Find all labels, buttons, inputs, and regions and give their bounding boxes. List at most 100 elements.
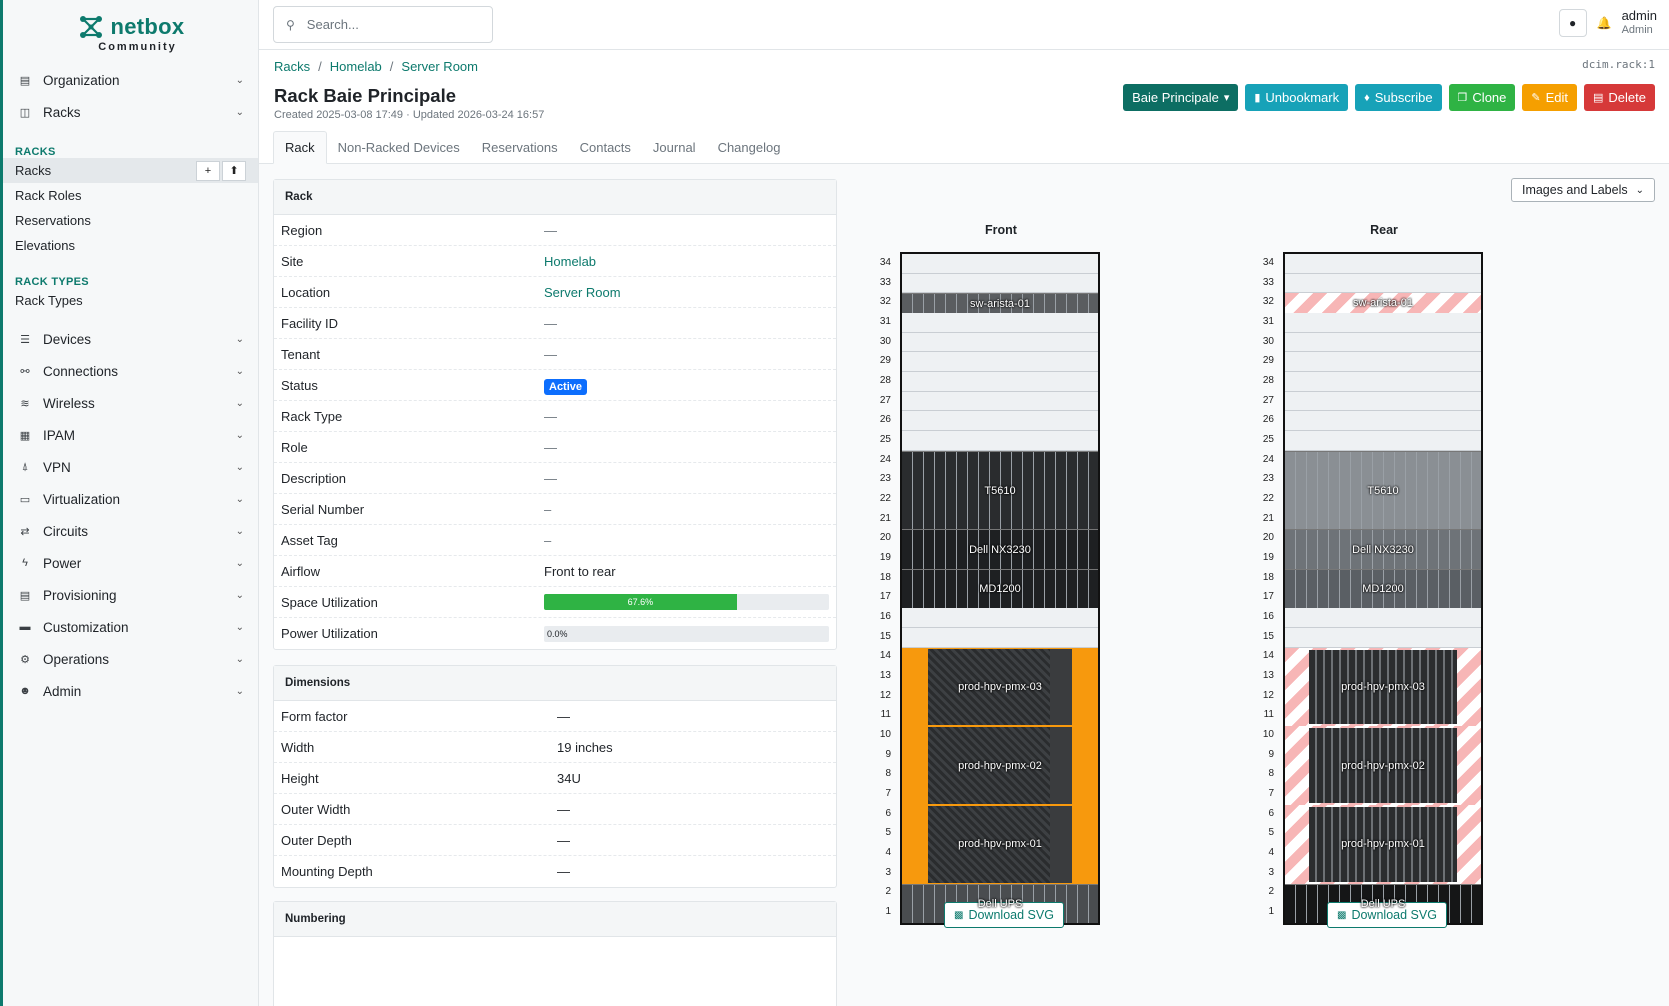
rack-unit-slot[interactable]	[1285, 313, 1481, 333]
rack-device-prod-hpv-pmx-03[interactable]: prod-hpv-pmx-03	[1285, 647, 1481, 727]
rack-unit-slot[interactable]	[902, 411, 1098, 432]
logo-text: netbox	[110, 14, 185, 39]
rack-device-prod-hpv-pmx-02[interactable]: prod-hpv-pmx-02	[902, 726, 1098, 805]
rack-unit-number: 1	[885, 906, 891, 918]
dimensions-card-title: Dimensions	[274, 666, 836, 701]
rack-unit-slot[interactable]	[902, 372, 1098, 392]
rack-device-prod-hpv-pmx-01[interactable]: prod-hpv-pmx-01	[1285, 804, 1481, 884]
rack-device-dell-nx3230[interactable]: Dell NX3230	[902, 529, 1098, 569]
rack-unit-slot[interactable]	[902, 608, 1098, 628]
nav-ipam[interactable]: ▦ IPAM ⌄	[3, 419, 258, 451]
rack-device-sw-arista-01[interactable]: sw-arista-01	[1285, 293, 1481, 314]
rear-rack-elevation[interactable]: sw-arista-01 T5610 Dell NX3230 MD1200 prod-h…	[1283, 252, 1483, 925]
attr-row-description: Description —	[274, 463, 836, 494]
clone-icon: ❐	[1457, 92, 1468, 104]
delete-button[interactable]: ▤ Delete	[1584, 84, 1655, 111]
nav-organization[interactable]: ▤ Organization ⌄	[3, 64, 258, 96]
rack-dropdown-button[interactable]: Baie Principale ▾	[1123, 84, 1239, 111]
sidebar-item-reservations[interactable]: Reservations	[3, 208, 258, 233]
search-input[interactable]: ⚲ Search...	[273, 6, 493, 43]
nav-power[interactable]: ϟ Power ⌄	[3, 547, 258, 579]
rack-device-prod-hpv-pmx-03[interactable]: prod-hpv-pmx-03	[902, 647, 1098, 727]
rack-device-prod-hpv-pmx-02[interactable]: prod-hpv-pmx-02	[1285, 726, 1481, 805]
rack-unit-slot[interactable]	[902, 431, 1098, 451]
nav-vpn[interactable]: ⍋ VPN ⌄	[3, 451, 258, 483]
nav-customization[interactable]: ▬ Customization ⌄	[3, 611, 258, 643]
nav-wireless[interactable]: ≋ Wireless ⌄	[3, 387, 258, 419]
theme-toggle-button[interactable]: ●	[1558, 9, 1587, 37]
breadcrumb-location[interactable]: Server Room	[401, 59, 478, 74]
view-mode-value: Images and Labels	[1521, 183, 1628, 197]
subscribe-button[interactable]: ♦ Subscribe	[1355, 84, 1442, 111]
nav-provisioning[interactable]: ▤ Provisioning ⌄	[3, 579, 258, 611]
clone-label: Clone	[1472, 90, 1507, 105]
rack-unit-slot[interactable]	[1285, 332, 1481, 353]
user-menu[interactable]: admin Admin	[1622, 8, 1657, 38]
rack-unit-slot[interactable]	[1285, 608, 1481, 628]
rack-unit-number: 30	[879, 335, 891, 347]
rack-unit-slot[interactable]	[902, 254, 1098, 274]
sidebar-item-elevations[interactable]: Elevations	[3, 233, 258, 258]
tab-journal[interactable]: Journal	[642, 131, 707, 164]
rack-unit-slot[interactable]	[902, 391, 1098, 412]
rack-unit-slot[interactable]	[1285, 411, 1481, 432]
rack-device-md1200[interactable]: MD1200	[902, 568, 1098, 609]
rack-unit-slot[interactable]	[1285, 431, 1481, 451]
rack-unit-slot[interactable]	[902, 273, 1098, 294]
add-rack-button[interactable]: +	[196, 160, 220, 181]
front-rack-elevation[interactable]: sw-arista-01 T5610 Dell NX3230 MD1200 prod-h…	[900, 252, 1100, 925]
tab-contacts[interactable]: Contacts	[569, 131, 642, 164]
rack-unit-slot[interactable]	[902, 332, 1098, 353]
sidebar-item-racks[interactable]: Racks + ⬆	[3, 158, 258, 183]
rack-unit-slot[interactable]	[1285, 352, 1481, 373]
breadcrumb-site[interactable]: Homelab	[330, 59, 382, 74]
nav-label: Operations	[43, 651, 110, 667]
attr-value-airflow: Front to rear	[544, 563, 616, 579]
rack-device-t5610[interactable]: T5610	[902, 450, 1098, 530]
attr-value-description: —	[544, 470, 557, 486]
import-rack-button[interactable]: ⬆	[222, 160, 246, 181]
attr-value-location[interactable]: Server Room	[544, 285, 836, 300]
bell-icon[interactable]: 🔔	[1597, 16, 1612, 30]
attr-label-asset-tag: Asset Tag	[281, 532, 338, 548]
monitor-icon: ▭	[19, 493, 31, 506]
nav-devices[interactable]: ☰ Devices ⌄	[3, 323, 258, 355]
rack-device-md1200[interactable]: MD1200	[1285, 568, 1481, 609]
rack-device-sw-arista-01[interactable]: sw-arista-01	[902, 293, 1098, 314]
nav-label: Power	[43, 555, 82, 571]
nav-connections[interactable]: ⚯ Connections ⌄	[3, 355, 258, 387]
tab-non-racked-devices[interactable]: Non-Racked Devices	[327, 131, 471, 164]
unbookmark-button[interactable]: ▮ Unbookmark	[1245, 84, 1349, 111]
edit-button[interactable]: ✎ Edit	[1522, 84, 1578, 111]
rack-unit-slot[interactable]	[902, 627, 1098, 648]
wifi-icon: ≋	[20, 397, 30, 410]
breadcrumb-racks[interactable]: Racks	[274, 59, 310, 74]
rack-device-dell-nx3230[interactable]: Dell NX3230	[1285, 529, 1481, 569]
nav-admin[interactable]: ☻ Admin ⌄	[3, 675, 258, 707]
attr-row-airflow: Airflow Front to rear	[274, 556, 836, 587]
rack-unit-slot[interactable]	[1285, 391, 1481, 412]
rack-unit-slot[interactable]	[1285, 372, 1481, 392]
tab-changelog[interactable]: Changelog	[707, 131, 792, 164]
attr-label-serial-number: Serial Number	[281, 501, 365, 517]
nav-operations[interactable]: ⚙ Operations ⌄	[3, 643, 258, 675]
sidebar-item-rack-types[interactable]: Rack Types	[3, 288, 258, 313]
nav-virtualization[interactable]: ▭ Virtualization ⌄	[3, 483, 258, 515]
rack-unit-slot[interactable]	[1285, 254, 1481, 274]
rack-device-t5610[interactable]: T5610	[1285, 450, 1481, 530]
tab-rack[interactable]: Rack	[273, 131, 327, 164]
rack-device-prod-hpv-pmx-01[interactable]: prod-hpv-pmx-01	[902, 804, 1098, 884]
nav-racks[interactable]: ◫ Racks ⌄	[3, 96, 258, 128]
rack-unit-slot[interactable]	[1285, 273, 1481, 294]
nav-circuits[interactable]: ⇄ Circuits ⌄	[3, 515, 258, 547]
tab-reservations[interactable]: Reservations	[471, 131, 569, 164]
attr-value-site[interactable]: Homelab	[544, 254, 836, 269]
rack-unit-slot[interactable]	[1285, 627, 1481, 648]
download-front-label: Download SVG	[968, 908, 1054, 922]
clone-button[interactable]: ❐ Clone	[1448, 84, 1516, 111]
logo[interactable]: netbox Community	[3, 0, 258, 62]
view-mode-select[interactable]: Images and Labels ⌄	[1510, 178, 1655, 202]
sidebar-item-rack-roles[interactable]: Rack Roles	[3, 183, 258, 208]
rack-unit-slot[interactable]	[902, 313, 1098, 333]
rack-unit-slot[interactable]	[902, 352, 1098, 373]
